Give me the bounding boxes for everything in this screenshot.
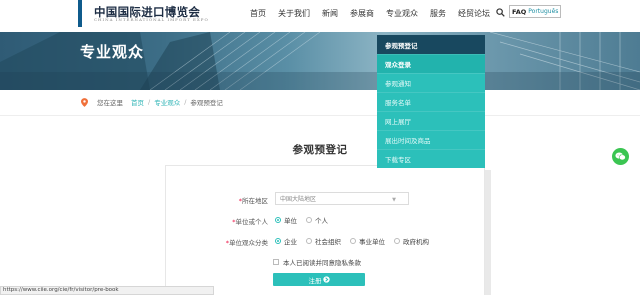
main-nav: 首页 关于我们 新闻 参展商 专业观众 服务 经贸论坛 [250,0,502,27]
dropdown-item-service-list[interactable]: 服务名单 [377,92,485,111]
type-option-label: 单位 [284,217,297,225]
divider [0,115,640,116]
arrow-right-circle-icon [322,276,330,283]
breadcrumb-home-link[interactable]: 首页 [131,97,144,107]
radio-button[interactable] [394,238,400,244]
browser-status-url: https://www.ciie.org/cie/fr/visitor/pre-… [0,286,214,295]
form-card-shadow [485,170,491,295]
nav-forum[interactable]: 经贸论坛 [458,8,490,19]
dropdown-item-online-hall[interactable]: 网上展厅 [377,111,485,130]
dropdown-item-pre-registration[interactable]: 参观预登记 [377,35,485,54]
dropdown-item-downloads[interactable]: 下载专区 [377,149,485,168]
category-option-government[interactable]: 政府机构 [394,236,429,246]
category-option-enterprise[interactable]: 企业 [275,236,297,246]
privacy-agreement[interactable]: 本人已阅读并同意隐私条款 [273,257,361,267]
nav-home[interactable]: 首页 [250,8,266,19]
breadcrumb-current: 参观预登记 [190,99,223,107]
chevron-down-icon: ▼ [392,197,396,203]
faq-link[interactable]: FAQ [512,8,526,16]
type-option-label: 个人 [315,217,328,225]
radio-button[interactable] [306,217,312,223]
breadcrumb: 您在这里 首页 / 专业观众 / 参观预登记 [81,97,223,107]
language-switcher[interactable]: FAQ Português [509,5,561,18]
location-pin-icon [81,97,88,107]
category-option-label: 事业单位 [359,238,385,246]
nav-news[interactable]: 新闻 [322,8,338,19]
wechat-button[interactable] [612,148,629,165]
category-option-institution[interactable]: 事业单位 [350,236,385,246]
category-label-text: 单位观众分类 [229,239,268,247]
form-title: 参观预登记 [292,144,348,156]
privacy-checkbox[interactable] [273,259,279,265]
nav-services[interactable]: 服务 [430,8,446,19]
category-option-label: 企业 [284,238,297,246]
dropdown-item-visitor-login[interactable]: 观众登录 [377,54,485,73]
category-radio-group: 企业 社会组织 事业单位 政府机构 [275,236,438,246]
type-radio-group: 单位 个人 [275,215,337,225]
register-button-label: 注册 [308,276,322,285]
site-header: 中国国际进口博览会 CHINA INTERNATIONAL IMPORT EXP… [0,0,640,30]
breadcrumb-section-link[interactable]: 专业观众 [154,97,180,107]
privacy-agreement-text[interactable]: 本人已阅读并同意隐私条款 [283,257,361,267]
radio-button[interactable] [306,238,312,244]
region-label: *所在地区 [222,195,268,205]
type-label: *单位或个人 [210,216,268,226]
type-option-individual[interactable]: 个人 [306,215,328,225]
radio-button[interactable] [350,238,356,244]
breadcrumb-prefix: 您在这里 [97,99,123,107]
dropdown-item-schedule-goods[interactable]: 展出时间及商品 [377,130,485,149]
category-option-label: 社会组织 [315,238,341,246]
breadcrumb-separator: / [184,98,187,106]
dropdown-item-notices[interactable]: 参观通知 [377,73,485,92]
visitors-dropdown-menu: 参观预登记 观众登录 参观通知 服务名单 网上展厅 展出时间及商品 下载专区 [377,35,485,168]
type-option-unit[interactable]: 单位 [275,215,297,225]
banner-title: 专业观众 [80,43,145,61]
region-select-value: 中国大陆地区 [280,196,317,203]
category-option-label: 政府机构 [403,238,429,246]
type-label-text: 单位或个人 [235,218,269,226]
nav-about[interactable]: 关于我们 [278,8,310,19]
breadcrumb-separator: / [148,98,151,106]
radio-button-selected[interactable] [275,238,281,244]
nav-exhibitors[interactable]: 参展商 [350,8,374,19]
search-icon[interactable] [496,8,505,17]
nav-visitors[interactable]: 专业观众 [386,8,418,19]
site-logo-subtitle: CHINA INTERNATIONAL IMPORT EXPO [94,17,209,22]
region-label-text: 所在地区 [242,197,268,205]
register-button[interactable]: 注册 [273,273,365,286]
category-option-social-org[interactable]: 社会组织 [306,236,341,246]
radio-button-selected[interactable] [275,217,281,223]
language-portuguese-link[interactable]: Português [528,8,558,15]
region-select[interactable]: 中国大陆地区 ▼ [275,192,409,205]
logo-accent-bar [78,0,82,27]
wechat-icon [615,152,626,161]
category-label: *单位观众分类 [200,237,268,247]
